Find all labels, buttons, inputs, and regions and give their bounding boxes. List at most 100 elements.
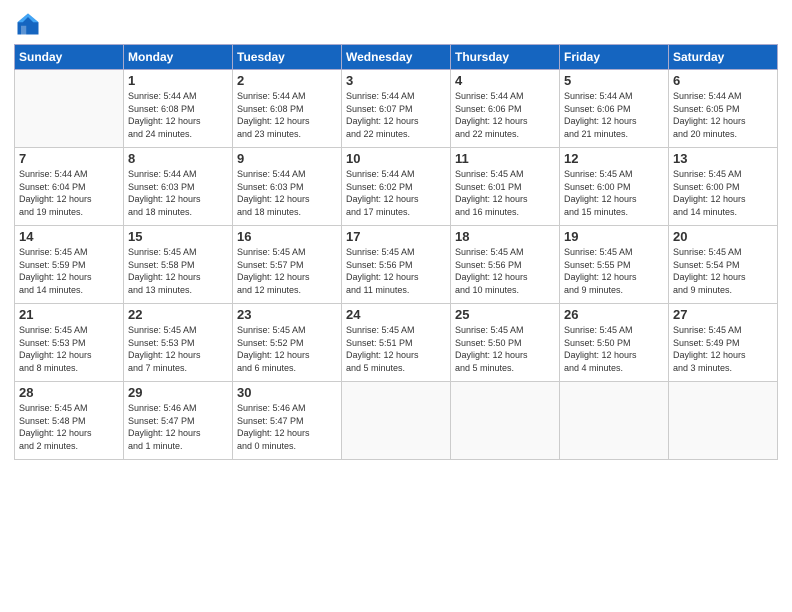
- weekday-header-thursday: Thursday: [451, 45, 560, 70]
- day-cell: 28 Sunrise: 5:45 AM Sunset: 5:48 PM Dayli…: [15, 382, 124, 460]
- day-info: Sunrise: 5:45 AM Sunset: 5:57 PM Dayligh…: [237, 246, 337, 296]
- day-info: Sunrise: 5:44 AM Sunset: 6:03 PM Dayligh…: [128, 168, 228, 218]
- day-number: 25: [455, 307, 555, 322]
- day-cell: 19 Sunrise: 5:45 AM Sunset: 5:55 PM Dayli…: [560, 226, 669, 304]
- day-info: Sunrise: 5:45 AM Sunset: 5:52 PM Dayligh…: [237, 324, 337, 374]
- day-cell: 4 Sunrise: 5:44 AM Sunset: 6:06 PM Daylig…: [451, 70, 560, 148]
- calendar-table: SundayMondayTuesdayWednesdayThursdayFrid…: [14, 44, 778, 460]
- day-number: 26: [564, 307, 664, 322]
- day-info: Sunrise: 5:45 AM Sunset: 5:56 PM Dayligh…: [455, 246, 555, 296]
- day-cell: 15 Sunrise: 5:45 AM Sunset: 5:58 PM Dayli…: [124, 226, 233, 304]
- day-info: Sunrise: 5:44 AM Sunset: 6:08 PM Dayligh…: [237, 90, 337, 140]
- page: SundayMondayTuesdayWednesdayThursdayFrid…: [0, 0, 792, 612]
- day-cell: 14 Sunrise: 5:45 AM Sunset: 5:59 PM Dayli…: [15, 226, 124, 304]
- weekday-header-wednesday: Wednesday: [342, 45, 451, 70]
- day-info: Sunrise: 5:46 AM Sunset: 5:47 PM Dayligh…: [128, 402, 228, 452]
- day-number: 1: [128, 73, 228, 88]
- day-number: 19: [564, 229, 664, 244]
- day-cell: 27 Sunrise: 5:45 AM Sunset: 5:49 PM Dayli…: [669, 304, 778, 382]
- day-info: Sunrise: 5:44 AM Sunset: 6:03 PM Dayligh…: [237, 168, 337, 218]
- weekday-header-saturday: Saturday: [669, 45, 778, 70]
- week-row-2: 14 Sunrise: 5:45 AM Sunset: 5:59 PM Dayli…: [15, 226, 778, 304]
- day-number: 2: [237, 73, 337, 88]
- day-number: 27: [673, 307, 773, 322]
- day-cell: 1 Sunrise: 5:44 AM Sunset: 6:08 PM Daylig…: [124, 70, 233, 148]
- day-cell: 9 Sunrise: 5:44 AM Sunset: 6:03 PM Daylig…: [233, 148, 342, 226]
- day-info: Sunrise: 5:45 AM Sunset: 5:58 PM Dayligh…: [128, 246, 228, 296]
- day-cell: 12 Sunrise: 5:45 AM Sunset: 6:00 PM Dayli…: [560, 148, 669, 226]
- day-info: Sunrise: 5:44 AM Sunset: 6:05 PM Dayligh…: [673, 90, 773, 140]
- day-cell: 13 Sunrise: 5:45 AM Sunset: 6:00 PM Dayli…: [669, 148, 778, 226]
- day-number: 12: [564, 151, 664, 166]
- day-info: Sunrise: 5:45 AM Sunset: 5:53 PM Dayligh…: [19, 324, 119, 374]
- day-cell: 16 Sunrise: 5:45 AM Sunset: 5:57 PM Dayli…: [233, 226, 342, 304]
- weekday-header-row: SundayMondayTuesdayWednesdayThursdayFrid…: [15, 45, 778, 70]
- day-info: Sunrise: 5:45 AM Sunset: 5:49 PM Dayligh…: [673, 324, 773, 374]
- day-number: 14: [19, 229, 119, 244]
- day-number: 6: [673, 73, 773, 88]
- day-cell: 20 Sunrise: 5:45 AM Sunset: 5:54 PM Dayli…: [669, 226, 778, 304]
- day-cell: 3 Sunrise: 5:44 AM Sunset: 6:07 PM Daylig…: [342, 70, 451, 148]
- day-number: 18: [455, 229, 555, 244]
- week-row-0: 1 Sunrise: 5:44 AM Sunset: 6:08 PM Daylig…: [15, 70, 778, 148]
- day-info: Sunrise: 5:44 AM Sunset: 6:04 PM Dayligh…: [19, 168, 119, 218]
- day-number: 3: [346, 73, 446, 88]
- day-number: 20: [673, 229, 773, 244]
- day-number: 10: [346, 151, 446, 166]
- day-cell: 17Sunrise: 5:45 AM Sunset: 5:56 PM Dayli…: [342, 226, 451, 304]
- day-cell: 24Sunrise: 5:45 AM Sunset: 5:51 PM Dayli…: [342, 304, 451, 382]
- day-cell: 29 Sunrise: 5:46 AM Sunset: 5:47 PM Dayli…: [124, 382, 233, 460]
- day-cell: 25 Sunrise: 5:45 AM Sunset: 5:50 PM Dayli…: [451, 304, 560, 382]
- day-cell: [560, 382, 669, 460]
- day-info: Sunrise: 5:44 AM Sunset: 6:02 PM Dayligh…: [346, 168, 446, 218]
- weekday-header-monday: Monday: [124, 45, 233, 70]
- day-info: Sunrise: 5:45 AM Sunset: 5:55 PM Dayligh…: [564, 246, 664, 296]
- day-number: 21: [19, 307, 119, 322]
- day-number: 29: [128, 385, 228, 400]
- weekday-header-tuesday: Tuesday: [233, 45, 342, 70]
- day-cell: 7 Sunrise: 5:44 AM Sunset: 6:04 PM Daylig…: [15, 148, 124, 226]
- day-cell: 5Sunrise: 5:44 AM Sunset: 6:06 PM Daylig…: [560, 70, 669, 148]
- day-number: 8: [128, 151, 228, 166]
- day-info: Sunrise: 5:45 AM Sunset: 5:50 PM Dayligh…: [564, 324, 664, 374]
- day-cell: 23 Sunrise: 5:45 AM Sunset: 5:52 PM Dayli…: [233, 304, 342, 382]
- day-cell: [669, 382, 778, 460]
- day-info: Sunrise: 5:44 AM Sunset: 6:06 PM Dayligh…: [455, 90, 555, 140]
- day-cell: 21 Sunrise: 5:45 AM Sunset: 5:53 PM Dayli…: [15, 304, 124, 382]
- day-info: Sunrise: 5:45 AM Sunset: 5:56 PM Dayligh…: [346, 246, 446, 296]
- day-info: Sunrise: 5:45 AM Sunset: 5:59 PM Dayligh…: [19, 246, 119, 296]
- day-cell: [15, 70, 124, 148]
- day-info: Sunrise: 5:45 AM Sunset: 5:51 PM Dayligh…: [346, 324, 446, 374]
- day-info: Sunrise: 5:44 AM Sunset: 6:08 PM Dayligh…: [128, 90, 228, 140]
- day-cell: 18 Sunrise: 5:45 AM Sunset: 5:56 PM Dayli…: [451, 226, 560, 304]
- day-info: Sunrise: 5:44 AM Sunset: 6:07 PM Dayligh…: [346, 90, 446, 140]
- day-info: Sunrise: 5:44 AM Sunset: 6:06 PM Dayligh…: [564, 90, 664, 140]
- day-number: 22: [128, 307, 228, 322]
- day-cell: 2 Sunrise: 5:44 AM Sunset: 6:08 PM Daylig…: [233, 70, 342, 148]
- day-cell: 10 Sunrise: 5:44 AM Sunset: 6:02 PM Dayli…: [342, 148, 451, 226]
- day-number: 28: [19, 385, 119, 400]
- day-cell: 22 Sunrise: 5:45 AM Sunset: 5:53 PM Dayli…: [124, 304, 233, 382]
- day-cell: 26 Sunrise: 5:45 AM Sunset: 5:50 PM Dayli…: [560, 304, 669, 382]
- day-info: Sunrise: 5:45 AM Sunset: 5:48 PM Dayligh…: [19, 402, 119, 452]
- day-cell: 6 Sunrise: 5:44 AM Sunset: 6:05 PM Daylig…: [669, 70, 778, 148]
- day-cell: 30Sunrise: 5:46 AM Sunset: 5:47 PM Dayli…: [233, 382, 342, 460]
- day-info: Sunrise: 5:45 AM Sunset: 5:54 PM Dayligh…: [673, 246, 773, 296]
- day-number: 9: [237, 151, 337, 166]
- day-info: Sunrise: 5:45 AM Sunset: 5:50 PM Dayligh…: [455, 324, 555, 374]
- day-cell: 11Sunrise: 5:45 AM Sunset: 6:01 PM Dayli…: [451, 148, 560, 226]
- weekday-header-sunday: Sunday: [15, 45, 124, 70]
- day-cell: 8 Sunrise: 5:44 AM Sunset: 6:03 PM Daylig…: [124, 148, 233, 226]
- day-number: 15: [128, 229, 228, 244]
- day-number: 16: [237, 229, 337, 244]
- day-info: Sunrise: 5:45 AM Sunset: 5:53 PM Dayligh…: [128, 324, 228, 374]
- day-number: 23: [237, 307, 337, 322]
- day-cell: [451, 382, 560, 460]
- week-row-1: 7 Sunrise: 5:44 AM Sunset: 6:04 PM Daylig…: [15, 148, 778, 226]
- day-info: Sunrise: 5:45 AM Sunset: 6:00 PM Dayligh…: [673, 168, 773, 218]
- day-number: 7: [19, 151, 119, 166]
- day-number: 4: [455, 73, 555, 88]
- week-row-4: 28 Sunrise: 5:45 AM Sunset: 5:48 PM Dayli…: [15, 382, 778, 460]
- day-number: 13: [673, 151, 773, 166]
- day-info: Sunrise: 5:45 AM Sunset: 6:00 PM Dayligh…: [564, 168, 664, 218]
